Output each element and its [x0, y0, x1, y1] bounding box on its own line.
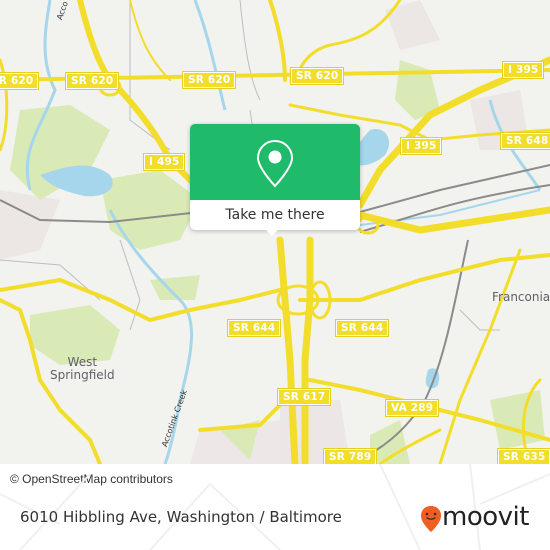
moovit-wordmark: moovit: [442, 502, 529, 532]
popup-header: [190, 124, 360, 200]
road-label-sr620: SR 620: [181, 71, 237, 89]
road-label-i495: I 495: [142, 153, 186, 171]
road-label-i395: I 395: [501, 61, 545, 79]
popup-pointer: [264, 228, 280, 236]
road-label-sr620: SR 620: [289, 67, 345, 85]
road-label-va289: VA 289: [384, 399, 440, 417]
moovit-smiley-pin-icon: [421, 506, 441, 532]
road-label-sr644: SR 644: [334, 319, 390, 337]
road-label-sr644: SR 644: [226, 319, 282, 337]
map-view[interactable]: SR 620 SR 620 SR 620 SR 620 I 395 I 495 …: [0, 0, 550, 464]
destination-popup: Take me there: [190, 124, 360, 236]
road-label-sr617: SR 617: [276, 388, 332, 406]
road-label-sr635: SR 635: [496, 448, 550, 464]
location-pin-icon: [256, 139, 294, 188]
place-label-franconia: Franconia: [492, 290, 550, 304]
take-me-there-button[interactable]: Take me there: [190, 200, 360, 230]
road-label-i395: I 395: [399, 137, 443, 155]
road-label-sr648: SR 648: [499, 132, 550, 150]
address-text: 6010 Hibbling Ave, Washington / Baltimor…: [20, 508, 342, 526]
road-label-sr789: SR 789: [322, 448, 378, 464]
place-label-west-springfield: West Springfield: [50, 355, 115, 382]
road-label-sr620: SR 620: [0, 72, 40, 90]
road-label-sr620: SR 620: [64, 72, 120, 90]
